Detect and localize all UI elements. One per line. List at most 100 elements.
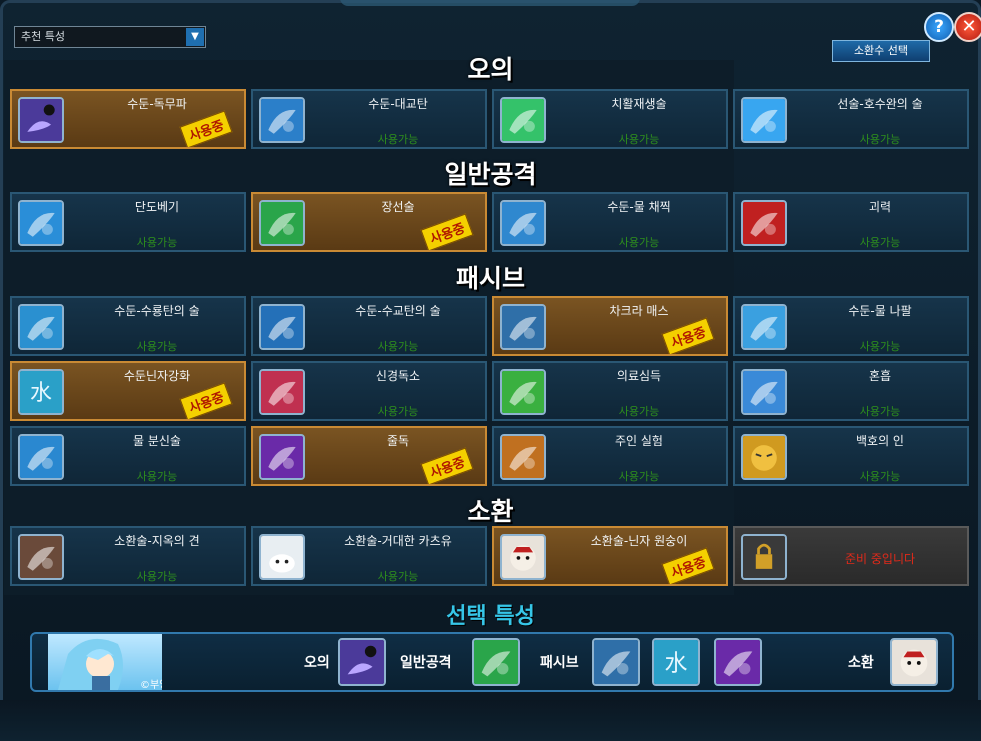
selected-slot-passive-1[interactable] [592, 638, 640, 686]
trait-card-passive-5[interactable]: 水 수둔닌자강화 사용중 [10, 361, 246, 421]
beast-face-icon [500, 434, 546, 480]
trait-name: 장선술 [381, 200, 415, 214]
trait-card-passive-8[interactable]: 혼흡 사용가능 [733, 361, 969, 421]
shark-icon [259, 97, 305, 143]
trait-card-passive-12[interactable]: 백호의 인 사용가능 [733, 426, 969, 486]
trait-name: 수둔-물 채찍 [607, 200, 671, 214]
in-use-badge: 사용중 [179, 110, 233, 147]
trait-name: 수둔-수교탄의 술 [355, 304, 441, 318]
monkey-face-icon [500, 534, 546, 580]
water-dragon-icon [18, 304, 64, 350]
in-use-badge: 사용중 [661, 547, 715, 584]
section-title-basic: 일반공격 [0, 155, 981, 189]
trait-card-passive-4[interactable]: 수둔-물 나팔 사용가능 [733, 296, 969, 356]
trait-name: 괴력 [868, 200, 892, 214]
trait-name: 수둔닌자강화 [123, 369, 191, 383]
trait-card-passive-11[interactable]: 주인 실험 사용가능 [492, 426, 728, 486]
available-status: 사용가능 [136, 470, 178, 483]
trait-card-ougi-1[interactable]: 수둔-독무파 사용중 [10, 89, 246, 149]
trait-name: 차크라 매스 [609, 304, 669, 318]
green-palm-icon [474, 640, 518, 684]
selected-slot-ougi[interactable] [338, 638, 386, 686]
trait-name: 치활재생술 [611, 97, 667, 111]
trait-card-ougi-4[interactable]: 선술-호수완의 술 사용가능 [733, 89, 969, 149]
green-palm-icon [259, 200, 305, 246]
available-status: 사용가능 [618, 405, 660, 418]
selected-traits-title: 선택 특성 [446, 604, 535, 629]
ice-spikes-icon [741, 304, 787, 350]
available-status: 사용가능 [377, 340, 419, 353]
trait-card-passive-1[interactable]: 수둔-수룡탄의 술사용가능 [10, 296, 246, 356]
available-status: 사용가능 [859, 236, 901, 249]
tiger-face-icon [741, 434, 787, 480]
blue-palm-icon [741, 369, 787, 415]
selected-slot-basic[interactable] [472, 638, 520, 686]
close-button[interactable]: ✕ [954, 12, 981, 42]
trait-name: 수둔-물 나팔 [848, 304, 912, 318]
healing-hand-icon [500, 97, 546, 143]
trait-card-basic-1[interactable]: 단도베기 사용가능 [10, 192, 246, 252]
in-use-badge: 사용중 [661, 317, 715, 354]
svg-text:水: 水 [30, 381, 52, 406]
purple-blade-icon [716, 640, 760, 684]
trait-name: 의료심득 [616, 369, 662, 383]
trait-card-passive-6[interactable]: 신경독소사용가능 [251, 361, 487, 421]
label-summon: 소환 [848, 655, 874, 671]
selected-slot-summon[interactable] [890, 638, 938, 686]
poison-mist-icon [18, 97, 64, 143]
trait-name: 신경독소 [375, 369, 421, 383]
trait-card-summon-2[interactable]: 소환술-거대한 카츠유 사용가능 [251, 526, 487, 586]
water-clone-icon [18, 434, 64, 480]
chakra-glove-icon [500, 304, 546, 350]
water-kanji-icon: 水 [654, 640, 698, 684]
chakra-glove-icon [594, 640, 638, 684]
label-basic: 일반공격 [400, 655, 452, 671]
trait-card-summon-3[interactable]: 소환술-닌자 원숭이 사용중 [492, 526, 728, 586]
brain-icon [259, 369, 305, 415]
recommend-dropdown[interactable]: 추천 특성 ▼ [14, 26, 206, 48]
selected-slot-passive-3[interactable] [714, 638, 762, 686]
help-button[interactable]: ? [924, 12, 954, 42]
available-status: 사용가능 [618, 236, 660, 249]
available-status: 사용가능 [377, 133, 419, 146]
water-shark-icon [259, 304, 305, 350]
available-status: 사용가능 [377, 405, 419, 418]
fist-icon [18, 200, 64, 246]
in-use-badge: 사용중 [179, 382, 233, 419]
section-title-summon: 소환 [0, 492, 981, 526]
trait-name: 줄독 [386, 434, 410, 448]
trait-card-passive-10[interactable]: 줄독사용중 [251, 426, 487, 486]
trait-card-passive-9[interactable]: 물 분신술 사용가능 [10, 426, 246, 486]
available-status: 사용가능 [859, 133, 901, 146]
in-use-badge: 사용중 [420, 447, 474, 484]
available-status: 사용가능 [136, 236, 178, 249]
trait-card-passive-7[interactable]: 의료심득사용가능 [492, 361, 728, 421]
trait-card-ougi-3[interactable]: 치활재생술 사용가능 [492, 89, 728, 149]
water-arm-icon [741, 97, 787, 143]
trait-card-passive-3[interactable]: 차크라 매스 사용중 [492, 296, 728, 356]
medical-scroll-icon [500, 369, 546, 415]
water-kanji-icon: 水 [18, 369, 64, 415]
available-status: 사용가능 [618, 470, 660, 483]
available-status: 사용가능 [859, 405, 901, 418]
trait-card-basic-2[interactable]: 장선술사용중 [251, 192, 487, 252]
trait-name: 소환술-닌자 원숭이 [590, 534, 688, 548]
trait-card-ougi-2[interactable]: 수둔-대교탄 사용가능 [251, 89, 487, 149]
trait-card-summon-1[interactable]: 소환술-지옥의 견 사용가능 [10, 526, 246, 586]
dropdown-value: 추천 특성 [21, 30, 65, 43]
chevron-down-icon[interactable]: ▼ [186, 28, 204, 46]
selected-traits-bar: ©부엉새 오의 일반공격 패시브 水 소환 [30, 632, 954, 692]
trait-name: 백호의 인 [856, 434, 904, 448]
bottom-decoration [0, 700, 981, 741]
in-use-badge: 사용중 [420, 213, 474, 250]
hell-dog-icon [18, 534, 64, 580]
trait-name: 수둔-수룡탄의 술 [114, 304, 200, 318]
trait-card-passive-2[interactable]: 수둔-수교탄의 술사용가능 [251, 296, 487, 356]
selected-slot-passive-2[interactable]: 水 [652, 638, 700, 686]
lock-icon [741, 534, 787, 580]
locked-label: 준비 중입니다 [844, 552, 916, 566]
trait-card-basic-4[interactable]: 괴력사용가능 [733, 192, 969, 252]
available-status: 사용가능 [136, 340, 178, 353]
trait-card-basic-3[interactable]: 수둔-물 채찍사용가능 [492, 192, 728, 252]
label-passive: 패시브 [540, 655, 579, 671]
